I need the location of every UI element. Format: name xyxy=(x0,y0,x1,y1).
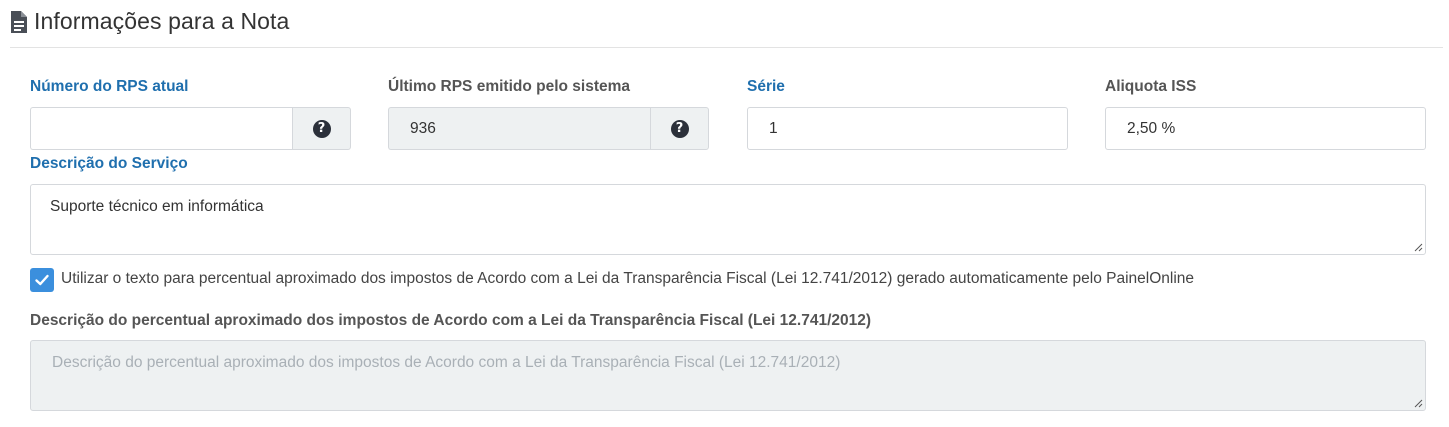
ultimo-rps-label: Último RPS emitido pelo sistema xyxy=(388,78,631,95)
resize-grip-icon[interactable] xyxy=(1414,243,1423,252)
rps-atual-group: ? xyxy=(30,107,351,150)
question-circle-icon: ? xyxy=(312,119,331,138)
serie-label: Série xyxy=(747,78,785,95)
descricao-servico-textarea[interactable]: Suporte técnico em informática xyxy=(30,184,1426,255)
aliquota-label: Aliquota ISS xyxy=(1105,78,1197,95)
descricao-servico-value: Suporte técnico em informática xyxy=(50,198,264,215)
transparencia-checkbox-label[interactable]: Utilizar o texto para percentual aproxim… xyxy=(61,270,1194,288)
header-divider xyxy=(10,47,1443,48)
descricao-percentual-label: Descrição do percentual aproximado dos i… xyxy=(30,312,872,329)
ultimo-rps-help-button[interactable]: ? xyxy=(650,107,709,150)
question-circle-icon: ? xyxy=(670,119,689,138)
checkmark-icon xyxy=(35,274,49,286)
resize-grip-icon xyxy=(1414,399,1423,408)
rps-atual-input[interactable] xyxy=(30,107,292,150)
transparencia-checkbox[interactable] xyxy=(30,268,54,292)
document-icon xyxy=(10,10,28,34)
descricao-percentual-textarea: Descrição do percentual aproximado dos i… xyxy=(30,340,1426,411)
section-header: Informações para a Nota xyxy=(10,8,289,35)
rps-atual-help-button[interactable]: ? xyxy=(292,107,351,150)
descricao-percentual-placeholder: Descrição do percentual aproximado dos i… xyxy=(52,354,841,371)
aliquota-input[interactable]: 2,50 % xyxy=(1105,107,1426,150)
ultimo-rps-input: 936 xyxy=(388,107,650,150)
section-title: Informações para a Nota xyxy=(34,8,290,34)
ultimo-rps-group: 936 ? xyxy=(388,107,709,150)
serie-input[interactable]: 1 xyxy=(747,107,1068,150)
rps-atual-label: Número do RPS atual xyxy=(30,78,189,95)
descricao-servico-label: Descrição do Serviço xyxy=(30,155,188,172)
